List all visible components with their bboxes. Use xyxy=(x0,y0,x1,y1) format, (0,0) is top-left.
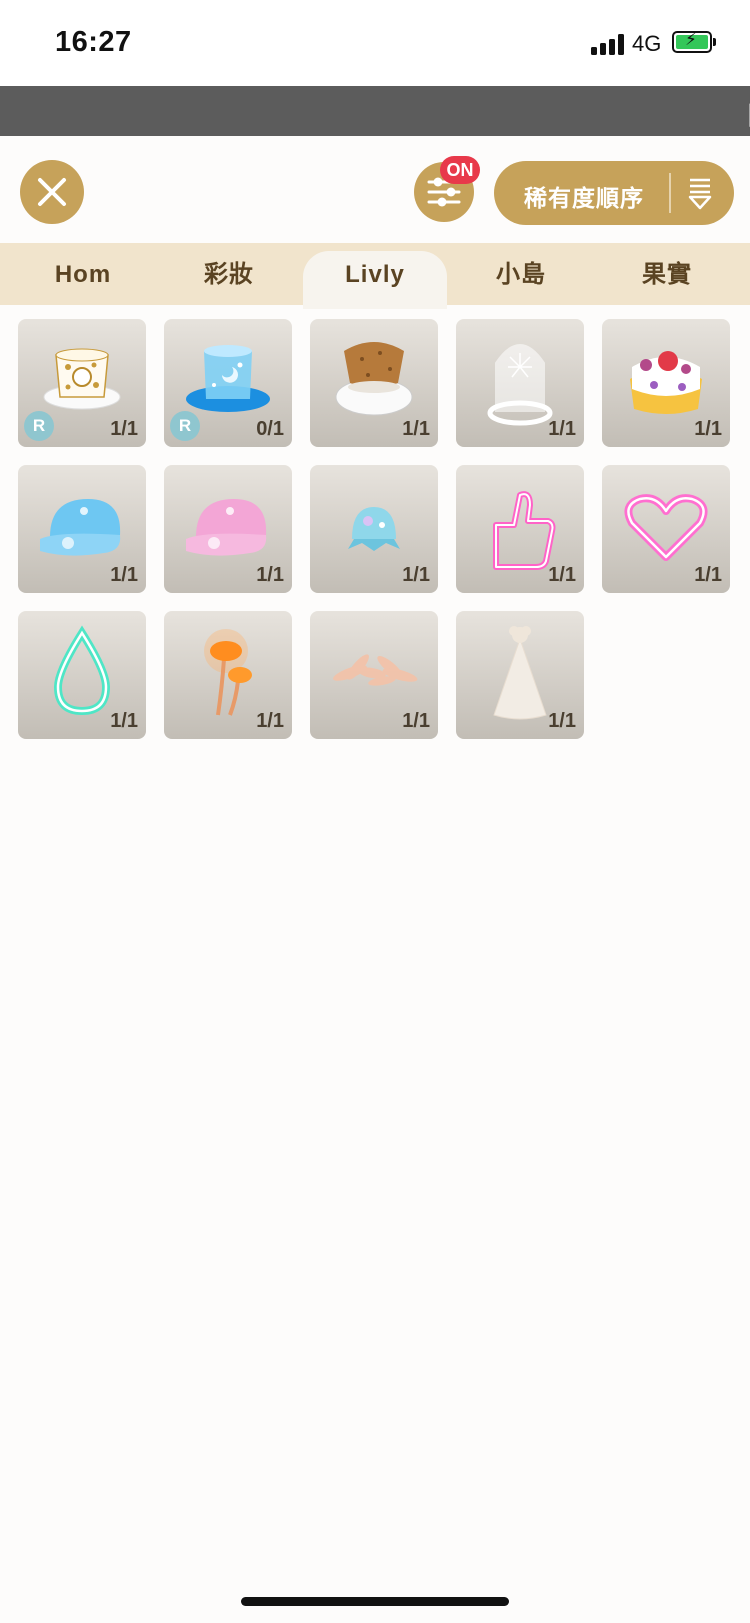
item-cell[interactable]: 1/1 xyxy=(18,611,146,739)
banner-text: 【 xyxy=(734,96,750,131)
item-cell[interactable]: R 0/1 xyxy=(164,319,292,447)
tab-hom[interactable]: Hom xyxy=(10,243,156,305)
item-cell[interactable]: 1/1 xyxy=(456,611,584,739)
signal-icon xyxy=(591,33,627,55)
item-cell[interactable]: R 1/1 xyxy=(18,319,146,447)
announcement-banner[interactable]: 【 xyxy=(0,86,750,136)
close-icon xyxy=(38,178,66,206)
item-cell[interactable]: 1/1 xyxy=(164,611,292,739)
tab-makeup[interactable]: 彩妝 xyxy=(156,243,302,305)
item-count: 1/1 xyxy=(548,710,576,732)
tab-livly[interactable]: Livly xyxy=(303,251,447,309)
item-count: 1/1 xyxy=(548,418,576,440)
tab-island[interactable]: 小島 xyxy=(448,243,594,305)
item-count: 1/1 xyxy=(402,710,430,732)
close-button[interactable] xyxy=(20,160,84,224)
category-tabs: Hom 彩妝 Livly 小島 果實 xyxy=(0,243,750,309)
sort-divider xyxy=(669,173,671,213)
item-count: 1/1 xyxy=(256,710,284,732)
item-count: 0/1 xyxy=(256,418,284,440)
item-cell[interactable]: 1/1 xyxy=(310,611,438,739)
item-cell[interactable]: 1/1 xyxy=(602,465,730,593)
item-count: 1/1 xyxy=(402,564,430,586)
battery-nub xyxy=(713,38,716,46)
rarity-badge: R xyxy=(170,411,200,441)
item-count: 1/1 xyxy=(694,564,722,586)
item-cell[interactable]: 1/1 xyxy=(164,465,292,593)
filter-on-badge: ON xyxy=(440,156,480,184)
home-indicator[interactable] xyxy=(241,1597,509,1606)
battery-icon: ⚡ xyxy=(672,30,712,53)
tab-fruit[interactable]: 果實 xyxy=(594,243,740,305)
item-count: 1/1 xyxy=(110,418,138,440)
item-cell[interactable]: 1/1 xyxy=(310,465,438,593)
item-cell[interactable]: 1/1 xyxy=(602,319,730,447)
item-cell[interactable]: 1/1 xyxy=(18,465,146,593)
sort-button[interactable]: 稀有度順序 xyxy=(494,161,734,225)
item-count: 1/1 xyxy=(110,564,138,586)
sort-order-icon xyxy=(688,178,712,210)
item-count: 1/1 xyxy=(256,564,284,586)
item-count: 1/1 xyxy=(402,418,430,440)
status-bar: 16:27 4G ⚡ xyxy=(0,0,750,86)
item-count: 1/1 xyxy=(548,564,576,586)
status-time: 16:27 xyxy=(55,26,132,58)
app-screen: 16:27 4G ⚡ 【 ON xyxy=(0,0,750,1623)
item-count: 1/1 xyxy=(694,418,722,440)
item-count: 1/1 xyxy=(110,710,138,732)
item-cell[interactable]: 1/1 xyxy=(310,319,438,447)
network-label: 4G xyxy=(632,31,662,56)
item-cell[interactable]: 1/1 xyxy=(456,319,584,447)
item-cell[interactable]: 1/1 xyxy=(456,465,584,593)
rarity-badge: R xyxy=(24,411,54,441)
sort-label: 稀有度順序 xyxy=(524,185,644,211)
